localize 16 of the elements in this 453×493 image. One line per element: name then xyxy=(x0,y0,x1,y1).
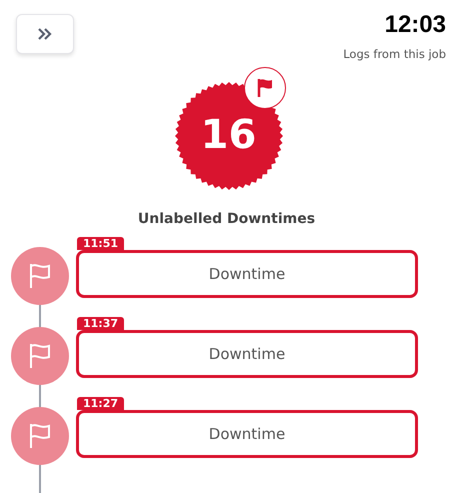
downtime-card[interactable]: Downtime xyxy=(76,410,418,458)
flag-icon xyxy=(28,343,52,369)
flag-icon xyxy=(28,423,52,449)
time-tag: 11:51 xyxy=(77,237,124,250)
downtime-card[interactable]: Downtime xyxy=(76,250,418,298)
expand-button[interactable] xyxy=(16,14,74,54)
flag-icon xyxy=(256,78,272,98)
downtime-count: 16 xyxy=(200,111,258,159)
double-chevron-icon xyxy=(38,28,52,40)
section-title: Unlabelled Downtimes xyxy=(138,211,316,227)
downtime-card[interactable]: Downtime xyxy=(76,330,418,378)
time-tag: 11:37 xyxy=(77,317,124,330)
current-time: 12:03 xyxy=(384,11,446,39)
flag-icon xyxy=(28,263,52,289)
subtitle: Logs from this job xyxy=(343,47,446,61)
time-tag: 11:27 xyxy=(77,397,124,410)
